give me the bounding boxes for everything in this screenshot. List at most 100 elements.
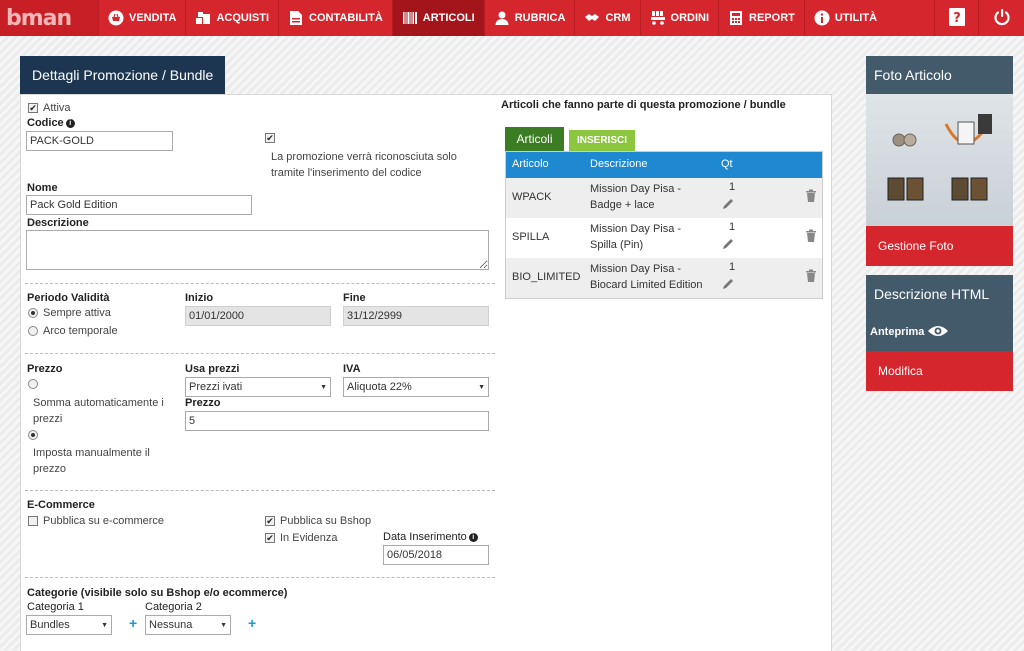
gestione-foto-button[interactable]: Gestione Foto	[866, 226, 1013, 266]
svg-text:?: ?	[953, 11, 961, 26]
inserisci-button[interactable]: INSERISCI	[569, 130, 635, 151]
fine-label: Fine	[343, 292, 366, 304]
inizio-input[interactable]	[185, 306, 331, 326]
codice-input[interactable]	[26, 131, 173, 151]
code-only-note: La promozione verrà riconosciuta solo tr…	[271, 151, 457, 179]
table-header: Articolo Descrizione Qt	[506, 152, 822, 178]
nav-right-tools: ?	[934, 0, 1024, 36]
logout-button[interactable]	[978, 0, 1024, 36]
chevron-down-icon: ▼	[320, 383, 327, 391]
pubblica-bshop-label: Pubblica su Bshop	[280, 515, 372, 527]
row-code: SPILLA	[512, 231, 550, 243]
codice-info-icon[interactable]: i	[65, 118, 75, 128]
help-button[interactable]: ?	[934, 0, 978, 36]
usa-prezzi-select[interactable]: Prezzi ivati ▼	[185, 377, 331, 397]
data-inserimento-label: Data Inserimento i	[383, 531, 478, 543]
pencil-icon[interactable]	[721, 277, 735, 294]
categoria2-label: Categoria 2	[145, 601, 202, 613]
categoria1-select[interactable]: Bundles ▼	[26, 615, 112, 635]
categoria1-label: Categoria 1	[27, 601, 84, 613]
table-row[interactable]: SPILLA Mission Day Pisa - Spilla (Pin) 1	[506, 218, 822, 258]
row-code: BIO_LIMITED	[512, 271, 581, 283]
trash-icon[interactable]	[805, 269, 817, 286]
row-desc-line1: Mission Day Pisa -	[590, 223, 682, 235]
categoria2-select[interactable]: Nessuna ▼	[145, 615, 231, 635]
table-row[interactable]: BIO_LIMITED Mission Day Pisa - Biocard L…	[506, 258, 822, 298]
trash-icon[interactable]	[805, 189, 817, 206]
pubblica-bshop-checkbox[interactable]: ✔	[265, 516, 275, 526]
periodo-label: Periodo Validità	[27, 292, 110, 304]
usa-prezzi-value: Prezzi ivati	[189, 381, 243, 393]
nav-crm[interactable]: CRM	[574, 0, 639, 36]
radio-sempre-attiva[interactable]	[28, 308, 38, 318]
in-evidenza-checkbox[interactable]: ✔	[265, 533, 275, 543]
nav-articoli[interactable]: ARTICOLI	[391, 0, 484, 36]
document-icon	[288, 10, 304, 26]
handshake-icon	[584, 10, 600, 26]
col-descrizione: Descrizione	[590, 158, 648, 170]
code-only-checkbox[interactable]: ✔	[265, 133, 275, 143]
pubblica-ecommerce-label: Pubblica su e-commerce	[43, 515, 165, 527]
table-row[interactable]: WPACK Mission Day Pisa - Badge + lace 1	[506, 178, 822, 218]
row-code: WPACK	[512, 191, 552, 203]
chevron-down-icon: ▼	[478, 383, 485, 391]
product-photo[interactable]	[866, 94, 1013, 226]
inizio-label: Inizio	[185, 292, 214, 304]
descrizione-html-header: Descrizione HTML	[866, 275, 1013, 313]
prezzo-section-label: Prezzo	[27, 363, 63, 375]
nav-contabilita[interactable]: CONTABILITÀ	[278, 0, 392, 36]
separator	[25, 353, 495, 354]
prezzo-input[interactable]	[185, 411, 489, 431]
usa-prezzi-label: Usa prezzi	[185, 363, 240, 375]
data-inserimento-input[interactable]	[383, 545, 489, 565]
separator	[25, 577, 495, 578]
trash-icon[interactable]	[805, 229, 817, 246]
anteprima-label: Anteprima	[870, 326, 925, 338]
pencil-icon[interactable]	[721, 197, 735, 214]
radio-arco-temporale[interactable]	[28, 326, 38, 336]
app-logo[interactable]: bman	[0, 0, 98, 36]
user-icon	[494, 10, 510, 26]
foto-articolo-header: Foto Articolo	[866, 56, 1013, 94]
add-categoria1-button[interactable]: +	[129, 615, 137, 631]
chevron-down-icon: ▼	[101, 621, 108, 629]
codice-label: Codice i	[27, 117, 75, 129]
nav-label: ACQUISTI	[216, 12, 270, 24]
radio-somma-prezzi[interactable]	[28, 379, 38, 389]
imposta-prezzo-label: Imposta manualmente il prezzo	[33, 447, 150, 475]
info-icon	[814, 10, 830, 26]
col-articolo: Articolo	[512, 158, 549, 170]
anteprima-button[interactable]: Anteprima	[866, 313, 1013, 351]
modifica-button[interactable]: Modifica	[866, 351, 1013, 391]
pencil-icon[interactable]	[721, 237, 735, 254]
in-evidenza-label: In Evidenza	[280, 532, 338, 544]
add-categoria2-button[interactable]: +	[248, 615, 256, 631]
tab-articoli[interactable]: Articoli	[505, 127, 564, 151]
nav-acquisti[interactable]: ACQUISTI	[185, 0, 278, 36]
nome-input[interactable]	[26, 195, 252, 215]
panel-title-tab: Dettagli Promozione / Bundle	[20, 56, 226, 94]
fine-input[interactable]	[343, 306, 489, 326]
attiva-checkbox[interactable]: ✔	[28, 103, 38, 113]
radio-imposta-prezzo[interactable]	[28, 430, 38, 440]
data-info-icon[interactable]: i	[468, 532, 478, 542]
prezzo-label: Prezzo	[185, 397, 221, 409]
pubblica-ecommerce-checkbox[interactable]	[28, 516, 38, 526]
iva-select[interactable]: Aliquota 22% ▼	[343, 377, 489, 397]
product-photo-image	[887, 114, 993, 201]
nav-vendita[interactable]: VENDITA	[98, 0, 185, 36]
boxes-icon	[195, 10, 211, 26]
descrizione-textarea[interactable]	[26, 230, 489, 270]
separator	[25, 490, 495, 491]
articles-heading: Articoli che fanno parte di questa promo…	[501, 99, 786, 111]
nav-ordini[interactable]: ORDINI	[639, 0, 719, 36]
row-desc-line1: Mission Day Pisa -	[590, 263, 682, 275]
power-icon	[993, 8, 1011, 29]
categorie-label: Categorie (visibile solo su Bshop e/o ec…	[27, 587, 288, 599]
separator	[25, 283, 495, 284]
row-desc-line2: Spilla (Pin)	[590, 239, 644, 251]
nav-rubrica[interactable]: RUBRICA	[483, 0, 575, 36]
nav-report[interactable]: REPORT	[718, 0, 804, 36]
nav-utilita[interactable]: UTILITÀ	[803, 0, 886, 36]
row-qty: 1	[729, 221, 736, 233]
